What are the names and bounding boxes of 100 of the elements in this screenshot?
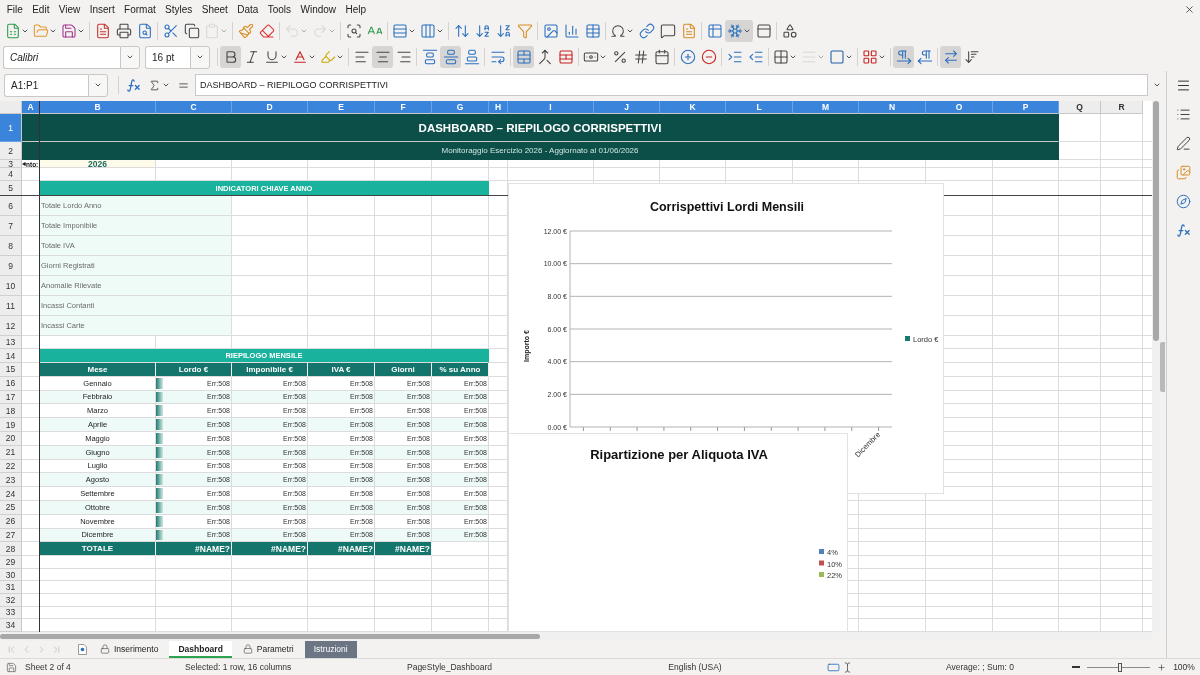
align-right-icon bbox=[395, 49, 412, 65]
row-number[interactable]: 31 bbox=[0, 581, 22, 594]
font-name-field[interactable]: Calibri bbox=[3, 45, 120, 69]
name-box-field[interactable]: A1:P1 bbox=[4, 73, 88, 97]
menu-item[interactable]: File bbox=[2, 0, 28, 18]
column-letter[interactable]: C bbox=[156, 101, 232, 114]
paintbrush-icon bbox=[237, 22, 254, 39]
row-number[interactable]: 2 bbox=[0, 142, 22, 160]
column-letter[interactable]: E bbox=[308, 101, 375, 114]
row-number[interactable]: 23 bbox=[0, 473, 22, 488]
text-cursor-icon bbox=[842, 661, 853, 673]
menu-item[interactable]: View bbox=[54, 0, 85, 18]
menu-item[interactable]: Edit bbox=[27, 0, 55, 18]
formula-input[interactable]: DASHBOARD – RIEPILOGO CORRISPETTIVI bbox=[195, 74, 1148, 96]
column-header: IVA € bbox=[308, 363, 375, 377]
column-letter[interactable]: H bbox=[489, 101, 508, 114]
scrollbar-thumb[interactable] bbox=[1153, 101, 1159, 341]
circle-minus-icon bbox=[700, 49, 717, 65]
row-number[interactable]: 10 bbox=[0, 276, 22, 296]
column-letter[interactable]: M bbox=[793, 101, 859, 114]
columns-icon bbox=[420, 22, 436, 39]
row-number[interactable]: 15 bbox=[0, 363, 22, 377]
wrap-text-icon bbox=[489, 49, 506, 65]
column-letter[interactable]: G bbox=[432, 101, 489, 114]
caret-icon bbox=[789, 53, 797, 61]
merge-center-button[interactable] bbox=[513, 46, 534, 68]
menu-item[interactable]: Data bbox=[232, 0, 264, 18]
page-button[interactable] bbox=[76, 641, 89, 658]
row-number[interactable]: 8 bbox=[0, 236, 22, 256]
row-number[interactable]: 7 bbox=[0, 216, 22, 236]
zoom-in-button[interactable] bbox=[1155, 662, 1168, 672]
menu-item[interactable]: Window bbox=[295, 0, 341, 18]
row-number[interactable]: 24 bbox=[0, 487, 22, 501]
align-top-icon bbox=[421, 49, 438, 65]
pilcrow-right-button[interactable] bbox=[893, 46, 914, 68]
column-letter[interactable]: K bbox=[660, 101, 726, 114]
menu-item[interactable]: Styles bbox=[160, 0, 198, 18]
caret-icon bbox=[1153, 81, 1161, 89]
column-letter[interactable]: I bbox=[508, 101, 594, 114]
column-letter[interactable]: N bbox=[859, 101, 926, 114]
function-icon bbox=[1176, 222, 1191, 238]
sheet-tab[interactable]: Parametri bbox=[233, 641, 303, 658]
row-number[interactable]: 19 bbox=[0, 418, 22, 432]
column-letter[interactable]: B bbox=[40, 101, 156, 114]
text-direction-button[interactable] bbox=[940, 46, 961, 68]
sheet-tab[interactable]: Istruzioni bbox=[304, 641, 357, 658]
lock-icon bbox=[100, 643, 110, 654]
row-number[interactable]: 18 bbox=[0, 404, 22, 419]
snowflake-icon bbox=[727, 22, 743, 39]
column-letter[interactable]: Q bbox=[1059, 101, 1101, 114]
row-number[interactable]: 29 bbox=[0, 556, 22, 569]
font-size-field[interactable]: 16 pt bbox=[145, 45, 190, 69]
function-icon bbox=[126, 77, 141, 93]
column-letter[interactable]: F bbox=[375, 101, 432, 114]
find-replace-icon bbox=[345, 22, 362, 39]
cut-icon bbox=[162, 22, 179, 39]
table-icon bbox=[584, 22, 601, 39]
sigma-icon bbox=[148, 78, 161, 92]
sheet-tab[interactable]: Inserimento bbox=[91, 641, 168, 658]
shapes-icon bbox=[781, 22, 798, 39]
snowflake-button[interactable] bbox=[725, 19, 753, 42]
column-letter[interactable]: L bbox=[726, 101, 793, 114]
hyperlink-icon bbox=[638, 22, 655, 39]
row-number[interactable]: 13 bbox=[0, 336, 22, 349]
column-letter[interactable]: P bbox=[993, 101, 1059, 114]
row-number[interactable]: 11 bbox=[0, 296, 22, 316]
scrollbar-thumb[interactable] bbox=[0, 634, 540, 639]
row-number[interactable]: 34 bbox=[0, 619, 22, 632]
zoom-thumb[interactable] bbox=[1117, 662, 1122, 672]
menu-item[interactable]: Tools bbox=[263, 0, 296, 18]
menu-item[interactable]: Sheet bbox=[197, 0, 233, 18]
column-letter[interactable]: O bbox=[926, 101, 993, 114]
menu-item[interactable]: Help bbox=[340, 0, 371, 18]
merge-icon bbox=[536, 49, 553, 65]
column-letter[interactable]: A bbox=[22, 101, 40, 114]
sheet-tab[interactable]: Dashboard bbox=[169, 641, 232, 658]
column-letter[interactable]: J bbox=[594, 101, 660, 114]
column-header: Imponibile € bbox=[232, 363, 308, 377]
row-number[interactable]: 1 bbox=[0, 114, 22, 142]
document-magnifier-icon bbox=[136, 22, 153, 39]
column-letter[interactable]: D bbox=[232, 101, 308, 114]
redo-icon bbox=[312, 22, 328, 39]
total-cell: #NAME? bbox=[232, 542, 308, 557]
row-number[interactable]: 28 bbox=[0, 542, 22, 557]
sort-arrows-icon bbox=[963, 49, 980, 65]
align-middle-button[interactable] bbox=[440, 46, 461, 68]
row-number[interactable]: 6 bbox=[0, 196, 22, 216]
align-center-button[interactable] bbox=[372, 46, 393, 68]
indent-increase-icon bbox=[726, 49, 743, 65]
menu-item[interactable]: Insert bbox=[85, 0, 120, 18]
sidebar-handle[interactable] bbox=[1160, 341, 1165, 392]
row-number[interactable]: 4 bbox=[0, 168, 22, 181]
paste-icon bbox=[204, 22, 220, 39]
row-number[interactable]: 12 bbox=[0, 316, 22, 336]
bold-button[interactable] bbox=[220, 46, 241, 68]
menu-item[interactable]: Format bbox=[119, 0, 161, 18]
conditional-format-icon bbox=[862, 49, 878, 65]
row-number[interactable]: 14 bbox=[0, 349, 22, 363]
row-number[interactable]: 9 bbox=[0, 256, 22, 276]
column-letter[interactable]: R bbox=[1101, 101, 1143, 114]
